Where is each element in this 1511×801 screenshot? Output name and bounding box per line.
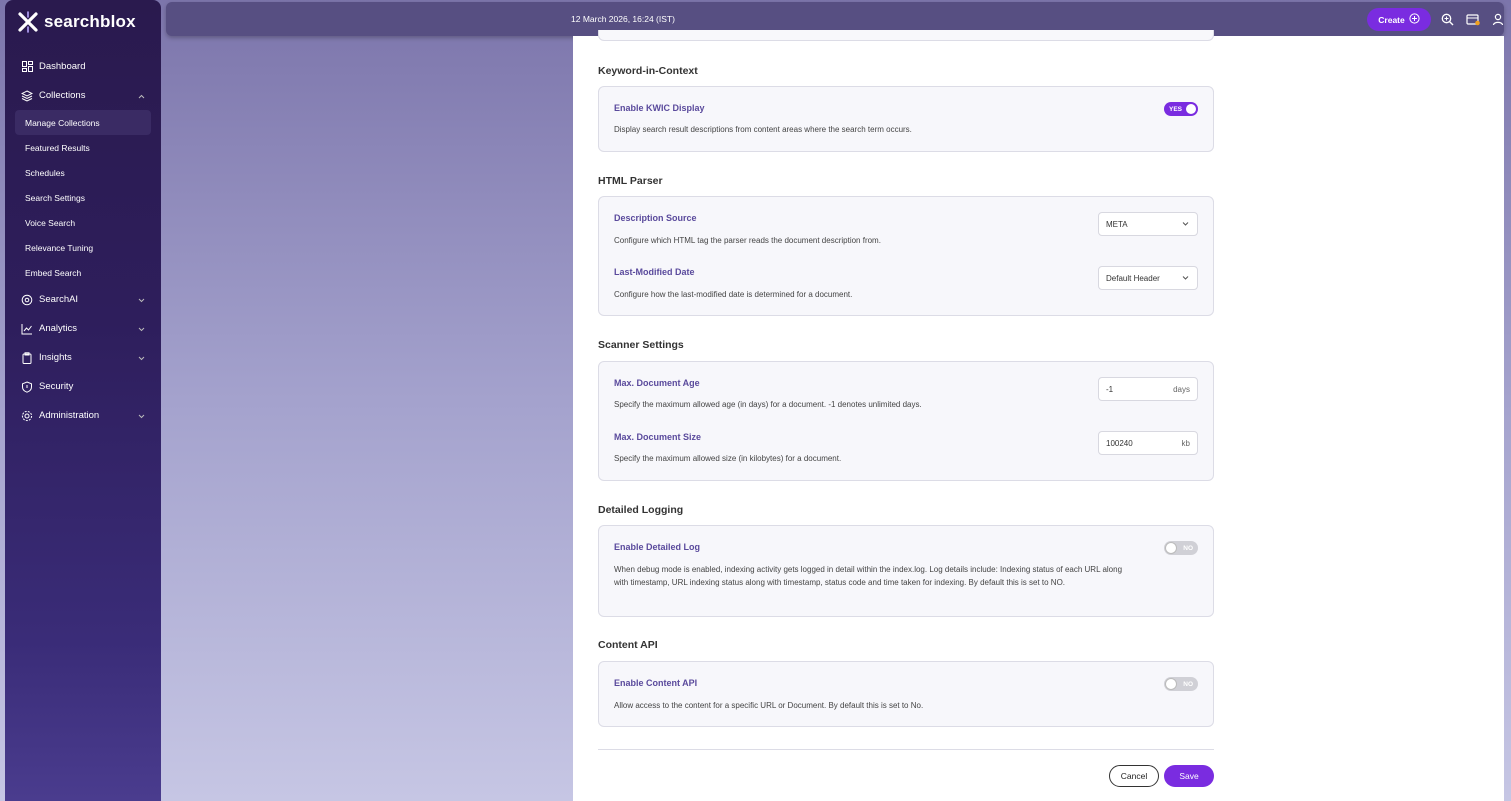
logging-card: Enable Detailed Log When debug mode is e… — [598, 525, 1214, 617]
section-title-scanner: Scanner Settings — [598, 339, 684, 351]
sidebar-item-label: Security — [39, 381, 74, 392]
cancel-button[interactable]: Cancel — [1109, 765, 1159, 787]
sidebar-item-label: Insights — [39, 352, 72, 363]
zoom-search-icon[interactable] — [1440, 12, 1454, 26]
input-value: -1 — [1106, 384, 1114, 394]
section-title-content-api: Content API — [598, 639, 658, 651]
description-source-desc: Configure which HTML tag the parser read… — [614, 236, 881, 245]
sidebar-item-voice-search[interactable]: Voice Search — [5, 210, 161, 235]
sidebar-item-searchai[interactable]: SearchAI — [5, 285, 161, 314]
chevron-down-icon — [1182, 274, 1189, 283]
content-api-desc: Allow access to the content for a specif… — [614, 701, 924, 710]
max-doc-size-label: Max. Document Size — [614, 432, 702, 442]
select-value: META — [1106, 219, 1128, 229]
toggle-knob — [1165, 678, 1177, 690]
section-title-html-parser: HTML Parser — [598, 175, 663, 187]
detailed-log-desc: When debug mode is enabled, indexing act… — [614, 565, 1123, 587]
unit-label: days — [1173, 385, 1190, 394]
html-parser-card: Description Source Configure which HTML … — [598, 196, 1214, 316]
section-title-kwic: Keyword-in-Context — [598, 65, 698, 77]
content-api-toggle[interactable]: NO — [1164, 677, 1198, 691]
sidebar-item-administration[interactable]: Administration — [5, 401, 161, 430]
sidebar-item-relevance-tuning[interactable]: Relevance Tuning — [5, 235, 161, 260]
sidebar-item-dashboard[interactable]: Dashboard — [5, 52, 161, 81]
toggle-knob — [1165, 542, 1177, 554]
last-modified-select[interactable]: Default Header — [1098, 266, 1198, 290]
kwic-desc: Display search result descriptions from … — [614, 125, 912, 134]
dashboard-icon — [21, 61, 33, 73]
max-doc-size-desc: Specify the maximum allowed size (in kil… — [614, 454, 842, 463]
content-api-card: Enable Content API Allow access to the c… — [598, 661, 1214, 727]
toggle-text: NO — [1183, 680, 1193, 688]
sidebar-item-search-settings[interactable]: Search Settings — [5, 185, 161, 210]
plus-circle-icon — [1409, 13, 1420, 26]
chevron-up-icon — [138, 91, 145, 102]
sidebar-item-label: Collections — [39, 90, 86, 101]
chevron-down-icon — [138, 295, 145, 306]
sidebar-item-manage-collections[interactable]: Manage Collections — [15, 110, 151, 135]
main-content: Keyword-in-Context Enable KWIC Display D… — [573, 30, 1504, 801]
chart-icon — [21, 323, 33, 335]
description-source-label: Description Source — [614, 213, 697, 223]
sidebar-item-analytics[interactable]: Analytics — [5, 314, 161, 343]
shield-icon — [21, 380, 33, 393]
detailed-log-toggle[interactable]: NO — [1164, 541, 1198, 555]
detailed-log-label: Enable Detailed Log — [614, 542, 701, 552]
description-source-select[interactable]: META — [1098, 212, 1198, 236]
max-doc-age-input[interactable]: -1 days — [1098, 377, 1198, 401]
footer-divider — [598, 749, 1214, 750]
user-icon[interactable] — [1491, 12, 1505, 26]
max-doc-age-desc: Specify the maximum allowed age (in days… — [614, 400, 922, 409]
collections-submenu: Manage Collections Featured Results Sche… — [5, 110, 161, 285]
chevron-down-icon — [1182, 220, 1189, 229]
sidebar-item-label: Analytics — [39, 323, 78, 334]
license-card-icon[interactable] — [1466, 12, 1480, 26]
sidebar-item-embed-search[interactable]: Embed Search — [5, 260, 161, 285]
chevron-down-icon — [138, 353, 145, 364]
logo-text: searchblox — [44, 12, 136, 31]
sidebar-nav: Dashboard Collections Manage Collections… — [5, 52, 161, 430]
toggle-text: YES — [1169, 105, 1183, 113]
clipboard-icon — [21, 351, 33, 364]
last-modified-desc: Configure how the last-modified date is … — [614, 290, 853, 299]
sidebar-item-security[interactable]: Security — [5, 372, 161, 401]
max-doc-size-input[interactable]: 100240 kb — [1098, 431, 1198, 455]
content-api-label: Enable Content API — [614, 678, 698, 688]
logo[interactable]: searchblox — [17, 11, 136, 33]
sidebar-item-collections[interactable]: Collections — [5, 81, 161, 110]
sidebar-item-insights[interactable]: Insights — [5, 343, 161, 372]
create-button[interactable]: Create — [1367, 8, 1431, 31]
max-doc-age-label: Max. Document Age — [614, 378, 700, 388]
globe-icon — [21, 294, 33, 306]
sidebar-item-label: SearchAI — [39, 294, 79, 305]
sidebar: searchblox Dashboard Collections Manage … — [5, 0, 161, 801]
sidebar-item-schedules[interactable]: Schedules — [5, 160, 161, 185]
sidebar-item-label: Administration — [39, 410, 100, 421]
create-label: Create — [1378, 14, 1405, 25]
section-title-logging: Detailed Logging — [598, 504, 684, 516]
toggle-text: NO — [1183, 544, 1193, 552]
sidebar-item-label: Dashboard — [39, 61, 86, 72]
previous-card — [598, 30, 1214, 41]
kwic-card: Enable KWIC Display Display search resul… — [598, 86, 1214, 152]
kwic-label: Enable KWIC Display — [614, 103, 705, 113]
scanner-card: Max. Document Age Specify the maximum al… — [598, 361, 1214, 481]
gear-icon — [21, 410, 33, 422]
current-datetime: 12 March 2026, 16:24 (IST) — [571, 14, 675, 24]
chevron-down-icon — [138, 324, 145, 335]
input-value: 100240 — [1106, 438, 1133, 448]
searchblox-logo-icon — [17, 11, 39, 33]
chevron-down-icon — [138, 411, 145, 422]
save-button[interactable]: Save — [1164, 765, 1214, 787]
select-value: Default Header — [1106, 273, 1160, 283]
sidebar-item-featured-results[interactable]: Featured Results — [5, 135, 161, 160]
last-modified-label: Last-Modified Date — [614, 267, 695, 277]
unit-label: kb — [1181, 439, 1190, 448]
kwic-toggle[interactable]: YES — [1164, 102, 1198, 116]
layers-icon — [21, 89, 33, 102]
toggle-knob — [1186, 104, 1196, 114]
